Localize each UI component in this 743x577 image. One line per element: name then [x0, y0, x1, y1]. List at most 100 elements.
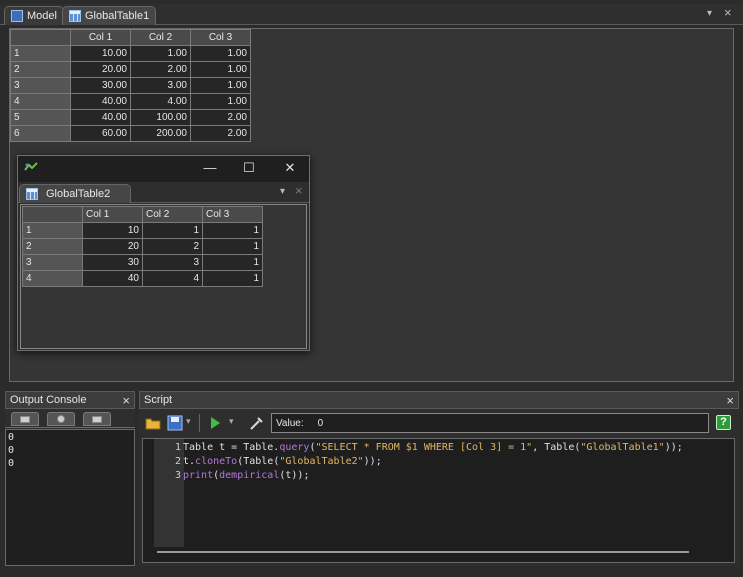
table-cell[interactable]: 2.00	[190, 125, 251, 142]
table-row[interactable]: 2 20 2 1	[22, 238, 263, 255]
table-cell[interactable]: 4.00	[130, 93, 191, 110]
window-title-bar[interactable]: — ☐ ✕	[18, 156, 309, 182]
table-row[interactable]: 5 40.00 100.00 2.00	[10, 109, 251, 126]
row-header[interactable]: 6	[10, 125, 71, 142]
table-row[interactable]: 3 30.00 3.00 1.00	[10, 77, 251, 94]
document-tab-bar: Model GlobalTable1 ▾ ×	[0, 4, 743, 25]
tab-globaltable1[interactable]: GlobalTable1	[62, 6, 157, 25]
code-token: dempirical	[219, 470, 280, 481]
table-cell[interactable]: 40	[82, 270, 143, 287]
table-cell[interactable]: 200.00	[130, 125, 191, 142]
run-dropdown-icon[interactable]: ▾	[229, 416, 234, 427]
column-header[interactable]: Col 3	[190, 29, 251, 46]
script-close-icon[interactable]: ×	[726, 393, 734, 408]
help-button[interactable]: ?	[716, 415, 731, 430]
table-cell[interactable]: 1.00	[130, 45, 191, 62]
tab-close-icon[interactable]: ×	[724, 5, 732, 20]
code-line: 1 Table t = Table.query("SELECT * FROM $1…	[161, 441, 683, 455]
row-header[interactable]: 2	[22, 238, 83, 255]
column-header[interactable]: Col 1	[70, 29, 131, 46]
table-row[interactable]: 6 60.00 200.00 2.00	[10, 125, 251, 142]
code-token: (t));	[279, 470, 310, 481]
save-dropdown-icon[interactable]: ▾	[186, 416, 191, 427]
table-icon	[26, 188, 38, 200]
table-cell[interactable]: 20	[82, 238, 143, 255]
code-token: print	[183, 470, 214, 481]
table-row[interactable]: 2 20.00 2.00 1.00	[10, 61, 251, 78]
table-cell[interactable]: 20.00	[70, 61, 131, 78]
row-header[interactable]: 1	[10, 45, 71, 62]
table-cell[interactable]: 1.00	[190, 45, 251, 62]
code-editor[interactable]: 1 Table t = Table.query("SELECT * FROM $1…	[142, 438, 735, 563]
column-header[interactable]: Col 2	[130, 29, 191, 46]
table-corner-cell[interactable]	[10, 29, 71, 46]
row-header[interactable]: 4	[22, 270, 83, 287]
table-cell[interactable]: 1.00	[190, 93, 251, 110]
table-cell[interactable]: 100.00	[130, 109, 191, 126]
table-row[interactable]: 1 10 1 1	[22, 222, 263, 239]
table-cell[interactable]: 30	[82, 254, 143, 271]
console-close-icon[interactable]: ×	[122, 393, 130, 408]
table-row[interactable]: 1 10.00 1.00 1.00	[10, 45, 251, 62]
table-cell[interactable]: 40.00	[70, 93, 131, 110]
column-header[interactable]: Col 2	[142, 206, 203, 223]
table-cell[interactable]: 3.00	[130, 77, 191, 94]
table-corner-cell[interactable]	[22, 206, 83, 223]
table-cell[interactable]: 1.00	[190, 61, 251, 78]
table-cell[interactable]: 1.00	[190, 77, 251, 94]
table-cell[interactable]: 4	[142, 270, 203, 287]
row-header[interactable]: 5	[10, 109, 71, 126]
table-cell[interactable]: 1	[202, 270, 263, 287]
code-token: "GlobalTable1"	[580, 442, 665, 453]
table-cell[interactable]: 1	[142, 222, 203, 239]
row-header[interactable]: 1	[22, 222, 83, 239]
run-icon[interactable]	[207, 415, 223, 431]
table-cell[interactable]: 60.00	[70, 125, 131, 142]
table-cell[interactable]: 10	[82, 222, 143, 239]
console-line: 0	[8, 432, 15, 443]
eyedropper-icon[interactable]	[249, 415, 265, 431]
close-window-button[interactable]: ✕	[280, 160, 300, 176]
console-tab-log[interactable]	[83, 412, 111, 426]
horizontal-scrollbar[interactable]	[157, 551, 689, 553]
column-header[interactable]: Col 1	[82, 206, 143, 223]
save-icon[interactable]	[167, 415, 183, 431]
table-row[interactable]: 4 40 4 1	[22, 270, 263, 287]
float-tab-close-icon[interactable]: ×	[295, 183, 303, 198]
row-header[interactable]: 3	[10, 77, 71, 94]
log-icon	[92, 415, 102, 423]
code-text[interactable]: 1 Table t = Table.query("SELECT * FROM $1…	[161, 441, 683, 483]
minimize-button[interactable]: —	[200, 160, 220, 175]
table-cell[interactable]: 40.00	[70, 109, 131, 126]
console-output[interactable]: 0 0 0	[5, 429, 135, 566]
table-cell[interactable]: 2.00	[130, 61, 191, 78]
code-token: "GlobalTable2"	[279, 456, 364, 467]
table-cell[interactable]: 2	[142, 238, 203, 255]
tab-globaltable2-label: GlobalTable2	[46, 188, 111, 200]
console-tab-output[interactable]	[11, 412, 39, 426]
table-row[interactable]: 3 30 3 1	[22, 254, 263, 271]
table-cell[interactable]: 10.00	[70, 45, 131, 62]
tab-globaltable2[interactable]: GlobalTable2	[19, 184, 132, 203]
table-row[interactable]: 4 40.00 4.00 1.00	[10, 93, 251, 110]
column-header[interactable]: Col 3	[202, 206, 263, 223]
script-panel: Script × ▾ ▾ Value: 0 ? 1 Table t = Table…	[139, 391, 739, 566]
row-header[interactable]: 2	[10, 61, 71, 78]
row-header[interactable]: 4	[10, 93, 71, 110]
tab-model[interactable]: Model	[4, 6, 64, 25]
table-cell[interactable]: 30.00	[70, 77, 131, 94]
open-folder-icon[interactable]	[145, 415, 161, 431]
row-header[interactable]: 3	[22, 254, 83, 271]
console-line: 0	[8, 445, 15, 456]
table-cell[interactable]: 3	[142, 254, 203, 271]
table-cell[interactable]: 1	[202, 238, 263, 255]
maximize-button[interactable]: ☐	[239, 160, 259, 176]
table-cell[interactable]: 1	[202, 222, 263, 239]
float-tab-menu-icon[interactable]: ▾	[280, 186, 285, 197]
table-cell[interactable]: 2.00	[190, 109, 251, 126]
table-cell[interactable]: 1	[202, 254, 263, 271]
global-table2-grid: Col 1 Col 2 Col 3 1 10 1 1 2 20 2 1 3 30 3 1 4 40 4 1	[22, 206, 263, 287]
console-tab-settings[interactable]	[47, 412, 75, 426]
code-token: , Table(	[532, 442, 581, 453]
tab-menu-icon[interactable]: ▾	[707, 8, 712, 19]
